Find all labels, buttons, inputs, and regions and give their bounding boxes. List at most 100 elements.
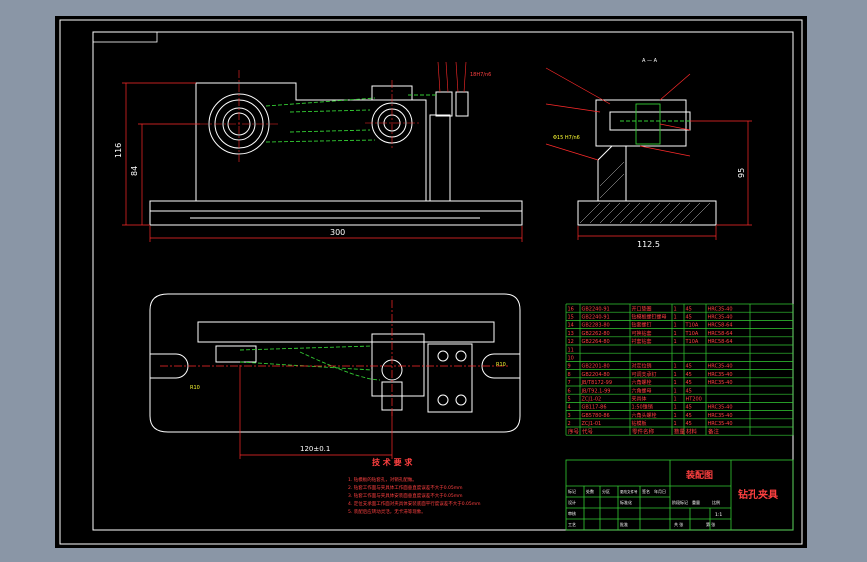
side-section-label: A — A — [642, 58, 658, 64]
bom-cell-code: GB2240-91 — [582, 315, 610, 321]
bom-cell-mat: 45 — [686, 405, 692, 411]
bom-cell-code: GB2240-91 — [582, 306, 610, 312]
bom-cell-no: 10 — [568, 356, 574, 362]
bom-cell-note: HRC35-40 — [708, 306, 733, 312]
tb-drawing-name: 装配图 — [685, 469, 713, 481]
bom-cell-no: 15 — [568, 315, 574, 321]
bom-cell-code: GB2283-80 — [582, 323, 610, 329]
sheet-background — [55, 16, 807, 548]
bom-header-mat: 材料 — [686, 428, 698, 436]
bom-cell-qty: 1 — [674, 397, 677, 403]
tb-label-filenum: 更改文件号 — [620, 489, 638, 494]
bom-cell-mat: 45 — [686, 372, 692, 378]
bom-cell-note: HRC35-40 — [708, 315, 733, 321]
tb-label-approve: 批准 — [620, 521, 628, 527]
bom-cell-name: 钻模板螺钉螺母 — [632, 314, 667, 321]
bom-cell-mat: T10A — [685, 323, 699, 329]
tb-label-stage: 阶段标记 — [672, 499, 688, 505]
bom-cell-name: 六角螺母 — [632, 387, 652, 394]
tb-label-process: 工艺 — [568, 522, 576, 527]
radius-right-text: R10 — [496, 362, 506, 368]
bom-cell-note: HRC35-40 — [708, 413, 733, 419]
tb-label-mark: 标记 — [568, 488, 576, 494]
tb-label-ratio: 比例 — [712, 499, 720, 505]
bom-cell-qty: 1 — [674, 315, 677, 321]
bom-cell-note: HRC35-40 — [708, 421, 733, 427]
bom-cell-qty: 1 — [674, 380, 677, 386]
tech-title: 技 术 要 求 — [372, 457, 413, 467]
tb-part-name: 钻孔夹具 — [738, 488, 778, 501]
tb-label-date: 年月日 — [654, 488, 666, 494]
dim-84-text: 84 — [130, 166, 139, 176]
bom-cell-no: 9 — [568, 364, 571, 370]
tech-item-2: 2. 钻套工作面与夹具体工作面垂直度误差不大于0.05mm — [348, 484, 463, 491]
bom-cell-code: JB/T8172-99 — [581, 380, 613, 386]
cad-drawing-canvas[interactable]: 300 116 84 18H7/n6 A — A 112.5 95 Φ15 H7… — [0, 0, 867, 562]
dim-95-text: 95 — [737, 168, 746, 178]
bom-cell-note: HRC35-40 — [708, 405, 733, 411]
bom-cell-qty: 1 — [674, 372, 677, 378]
radius-left-text: R10 — [190, 385, 200, 391]
bom-cell-name: 六角螺栓 — [632, 379, 652, 386]
bom-cell-mat: 45 — [686, 421, 692, 427]
bom-cell-note: HRC35-40 — [708, 364, 733, 370]
tech-item-1: 1. 钻模板的钻套孔，对销孔配做。 — [348, 476, 417, 483]
bom-cell-no: 14 — [568, 323, 574, 329]
dim-112-text: 112.5 — [637, 240, 660, 249]
bom-cell-qty: 1 — [674, 413, 677, 419]
bom-cell-no: 13 — [568, 331, 574, 337]
tech-item-4: 4. 定位支承面工作面对夹具体安装底面平行度误差不大于0.05mm — [348, 500, 481, 507]
tb-label-design: 设计 — [568, 499, 576, 505]
bom-cell-no: 4 — [568, 405, 571, 411]
tb-label-count: 处数 — [586, 488, 594, 494]
bom-cell-no: 11 — [568, 347, 574, 353]
bom-cell-qty: 1 — [674, 421, 677, 427]
bom-cell-no: 5 — [568, 397, 571, 403]
side-phi-note: Φ15 H7/n6 — [553, 135, 580, 141]
tb-label-sheet: 第 张 — [706, 521, 715, 527]
bom-cell-no: 3 — [568, 413, 571, 419]
bom-cell-code: GB5780-86 — [582, 413, 610, 419]
bom-cell-code: JB/T92.1-99 — [581, 388, 611, 394]
bom-header-qty: 数量 — [674, 428, 686, 436]
bom-header-note: 备注 — [708, 428, 720, 436]
bom-cell-qty: 1 — [674, 339, 677, 345]
bom-cell-mat: 45 — [686, 315, 692, 321]
bom-header-code: 代号 — [582, 428, 594, 436]
bom-cell-name: 钻模板 — [632, 420, 647, 427]
bom-cell-qty: 1 — [674, 331, 677, 337]
bom-cell-name: 衬套钻套 — [632, 338, 652, 345]
bom-cell-qty: 1 — [674, 388, 677, 394]
dim-116-text: 116 — [114, 143, 123, 158]
bom-cell-no: 7 — [568, 380, 571, 386]
bom-cell-mat: T10A — [685, 339, 699, 345]
bom-cell-name: 钻套螺钉 — [632, 322, 652, 329]
bom-cell-note: HRC58-64 — [708, 331, 733, 337]
bom-cell-qty: 1 — [674, 323, 677, 329]
bom-cell-code: GB117-86 — [582, 405, 607, 411]
bom-header-no: 序号 — [568, 428, 580, 436]
bom-cell-code: GB2201-80 — [582, 364, 610, 370]
bom-cell-mat: 45 — [686, 364, 692, 370]
bom-cell-qty: 1 — [674, 306, 677, 312]
bom-cell-mat: HT200 — [686, 397, 702, 403]
bom-cell-code: GB2264-80 — [582, 339, 610, 345]
bom-cell-note: HRC35-40 — [708, 380, 733, 386]
bom-cell-note: HRC35-40 — [708, 372, 733, 378]
front-fit-note: 18H7/n6 — [470, 72, 491, 78]
dim-120-text: 120±0.1 — [300, 445, 330, 453]
bom-cell-mat: 45 — [686, 380, 692, 386]
bom-cell-name: 对定位销 — [632, 363, 652, 370]
bom-cell-no: 6 — [568, 388, 571, 394]
tb-label-zone: 分区 — [602, 488, 610, 494]
bom-cell-mat: 45 — [686, 306, 692, 312]
tech-item-5: 5. 装配后应转动灵活，无卡滞等现象。 — [348, 508, 426, 515]
tech-item-3: 3. 钻套工作面与夹具体安装面垂直度误差不大于0.05mm — [348, 492, 463, 499]
tb-label-audit: 审核 — [568, 510, 576, 516]
bom-cell-no: 12 — [568, 339, 574, 345]
bom-cell-name: 开口垫圈 — [632, 305, 652, 312]
bom-cell-no: 16 — [568, 306, 574, 312]
tb-label-total: 共 张 — [674, 521, 683, 527]
bom-cell-mat: 45 — [686, 413, 692, 419]
bom-cell-qty: 1 — [674, 405, 677, 411]
